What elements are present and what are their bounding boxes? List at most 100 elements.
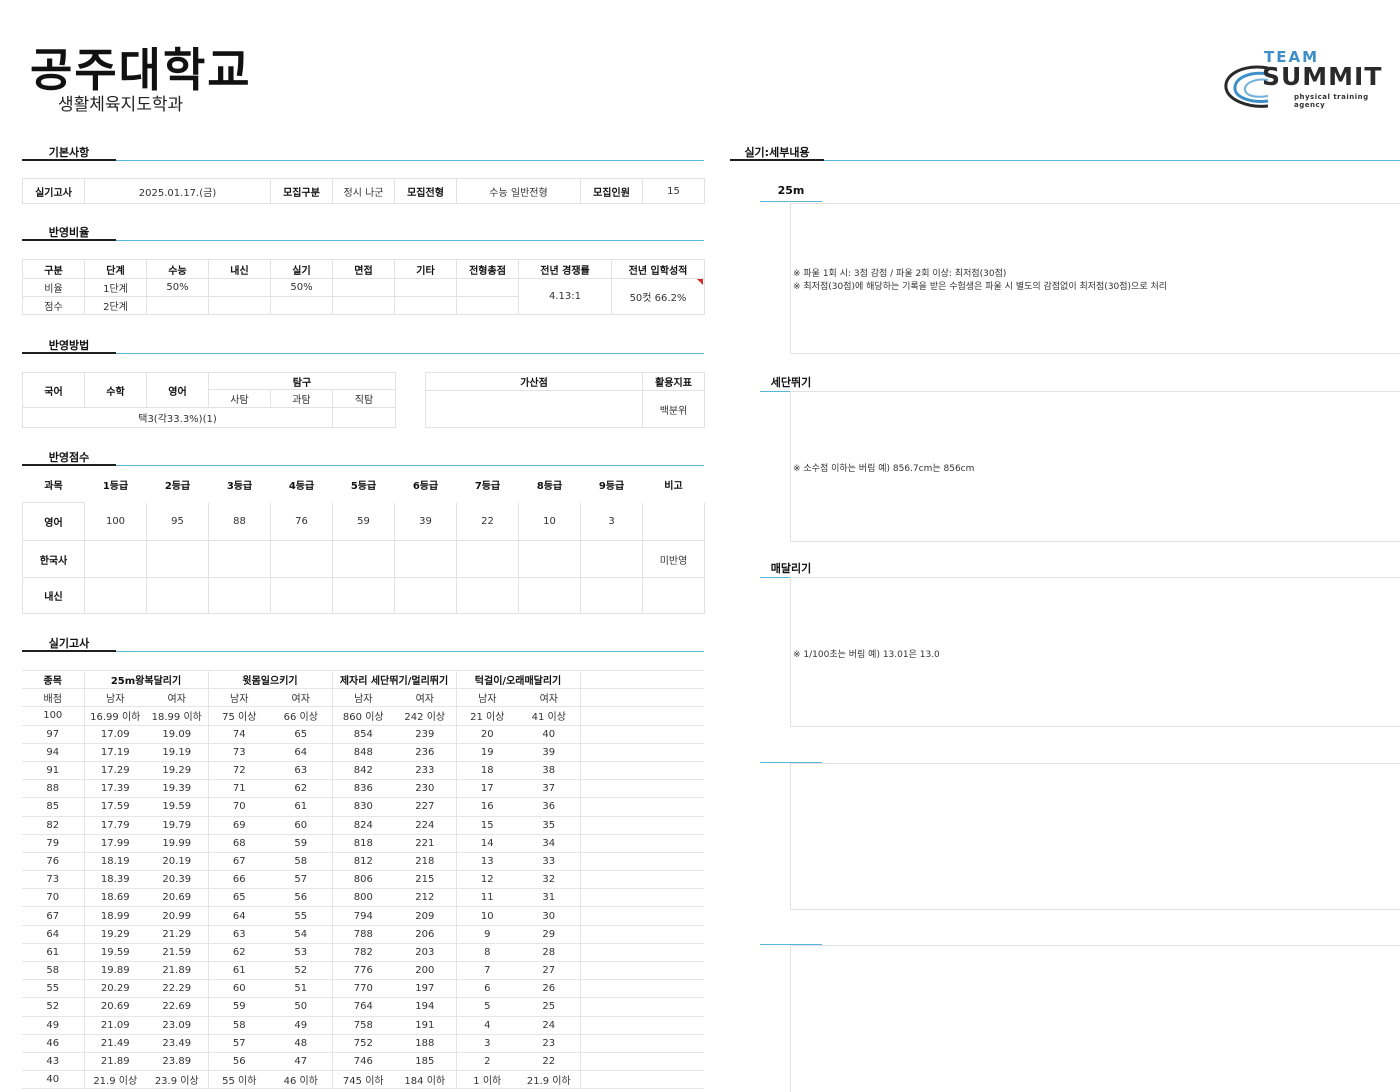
practical-cell: 59: [208, 997, 270, 1017]
score-cell: 22: [456, 502, 519, 541]
practical-spacer: [580, 1052, 705, 1072]
practical-header: 25m왕복달리기: [84, 669, 209, 690]
score-header: 2등급: [164, 481, 191, 492]
practical-cell: 212: [394, 888, 457, 908]
score-cell: 100: [84, 502, 147, 541]
practical-cell: 746: [332, 1052, 395, 1072]
practical-cell: 5: [456, 997, 519, 1017]
practical-cell: 41 이상: [518, 706, 581, 726]
practical-cell: 17.99: [84, 834, 146, 853]
ratio-header: 전년 입학성적: [611, 259, 705, 279]
practical-cell: 218: [394, 852, 457, 872]
practical-cell: 3: [456, 1034, 519, 1053]
detail-25m-box: ※ 파울 1회 시: 3점 감점 / 파울 2회 이상: 최저점(30점) ※ …: [790, 203, 1400, 354]
practical-cell: 230: [394, 779, 457, 799]
practical-table: 종목 25m왕복달리기 윗몸일으키기 제자리 세단뛰기/멀리뛰기 턱걸이/오래매…: [22, 669, 705, 1090]
practical-cell: 200: [394, 961, 457, 981]
practical-spacer: [580, 779, 705, 799]
practical-cell: 19.29: [84, 925, 146, 944]
practical-cell: 197: [394, 979, 457, 999]
practical-cell: 20: [456, 725, 519, 744]
practical-spacer: [580, 1034, 705, 1053]
practical-cell: 64: [270, 743, 333, 762]
practical-spacer: [580, 797, 705, 817]
department-name: 생활체육지도학과: [58, 95, 184, 115]
practical-cell: 11: [456, 888, 519, 908]
practical-cell: 82: [22, 816, 85, 835]
practical-cell: 54: [270, 925, 333, 944]
practical-cell: 21.9 이상: [84, 1070, 146, 1090]
detail-25m-line: ※ 파울 1회 시: 3점 감점 / 파울 2회 이상: 최저점(30점): [793, 269, 1007, 279]
practical-cell: 2: [456, 1052, 519, 1072]
practical-cell: 806: [332, 870, 395, 890]
practical-cell: 20.99: [146, 906, 209, 926]
practical-cell: 18: [456, 761, 519, 781]
practical-row: 100 16.99 이하 18.99 이하 75 이상 66 이상 860 이상 242 이…: [22, 706, 705, 726]
practical-cell: 55: [270, 906, 333, 926]
score-header: 4등급: [288, 481, 315, 492]
practical-cell: 64: [208, 906, 270, 926]
practical-cell: 21.09: [84, 1016, 146, 1035]
practical-cell: 67: [22, 906, 85, 926]
practical-cell: 13: [456, 852, 519, 872]
practical-row: 88 17.39 19.39 71 62 836 230 17 37: [22, 779, 705, 799]
practical-cell: 842: [332, 761, 395, 781]
detail-25m-line: ※ 최저점(30점)에 해당하는 기록을 받은 수험생은 파울 시 별도의 감점…: [793, 282, 1168, 292]
practical-spacer: [580, 925, 705, 944]
practical-cell: 848: [332, 743, 395, 762]
practical-cell: 20.29: [84, 979, 146, 999]
practical-cell: 20.19: [146, 852, 209, 872]
practical-cell: 17.19: [84, 743, 146, 762]
practical-cell: 18.99 이하: [146, 706, 209, 726]
practical-cell: 770: [332, 979, 395, 999]
practical-cell: 776: [332, 961, 395, 981]
practical-cell: 824: [332, 816, 395, 835]
method-social: 사탐: [208, 389, 271, 408]
practical-row: 49 21.09 23.09 58 49 758 191 4 24: [22, 1016, 705, 1035]
practical-cell: 49: [22, 1016, 85, 1035]
practical-cell: 38: [518, 761, 581, 781]
score-header: 7등급: [474, 481, 501, 492]
practical-cell: 64: [22, 925, 85, 944]
practical-cell: 58: [208, 1016, 270, 1035]
practical-cell: 19.79: [146, 816, 209, 835]
practical-cell: 242 이상: [394, 706, 457, 726]
ratio-header: 내신: [208, 259, 271, 279]
practical-cell: 21.49: [84, 1034, 146, 1053]
method-science: 과탐: [270, 389, 333, 408]
practical-cell: 53: [270, 943, 333, 963]
admission: 수능 일반전형: [456, 178, 581, 204]
ratio-stage: 2단계: [84, 296, 147, 315]
score-header: 비고: [664, 481, 683, 492]
practical-cell: 227: [394, 797, 457, 817]
practical-cell: 100: [22, 706, 85, 726]
practical-row: 85 17.59 19.59 70 61 830 227 16 36: [22, 797, 705, 817]
method-vocational: 직탐: [332, 389, 396, 408]
practical-cell: 66 이상: [270, 706, 333, 726]
ratio-header: 면접: [332, 259, 395, 279]
practical-cell: 73: [208, 743, 270, 762]
practical-cell: 63: [270, 761, 333, 781]
practical-cell: 788: [332, 925, 395, 944]
practical-subheader: 여자: [270, 688, 333, 708]
practical-row: 97 17.09 19.09 74 65 854 239 20 40: [22, 725, 705, 744]
practical-cell: 21 이상: [456, 706, 519, 726]
practical-cell: 55: [22, 979, 85, 999]
index-header: 활용지표: [642, 372, 705, 391]
practical-cell: 29: [518, 925, 581, 944]
practical-cell: 203: [394, 943, 457, 963]
practical-cell: 17.29: [84, 761, 146, 781]
practical-cell: 19.39: [146, 779, 209, 799]
practical-cell: 33: [518, 852, 581, 872]
practical-cell: 18.39: [84, 870, 146, 890]
practical-header: 윗몸일으키기: [208, 669, 333, 690]
practical-cell: 209: [394, 906, 457, 926]
practical-cell: 19.09: [146, 725, 209, 744]
practical-row: 55 20.29 22.29 60 51 770 197 6 26: [22, 979, 705, 999]
practical-row: 73 18.39 20.39 66 57 806 215 12 32: [22, 870, 705, 890]
practical-cell: 764: [332, 997, 395, 1017]
practical-cell: 88: [22, 779, 85, 799]
practical-cell: 233: [394, 761, 457, 781]
practical-cell: 70: [22, 888, 85, 908]
last-competition: 4.13:1: [518, 278, 612, 315]
